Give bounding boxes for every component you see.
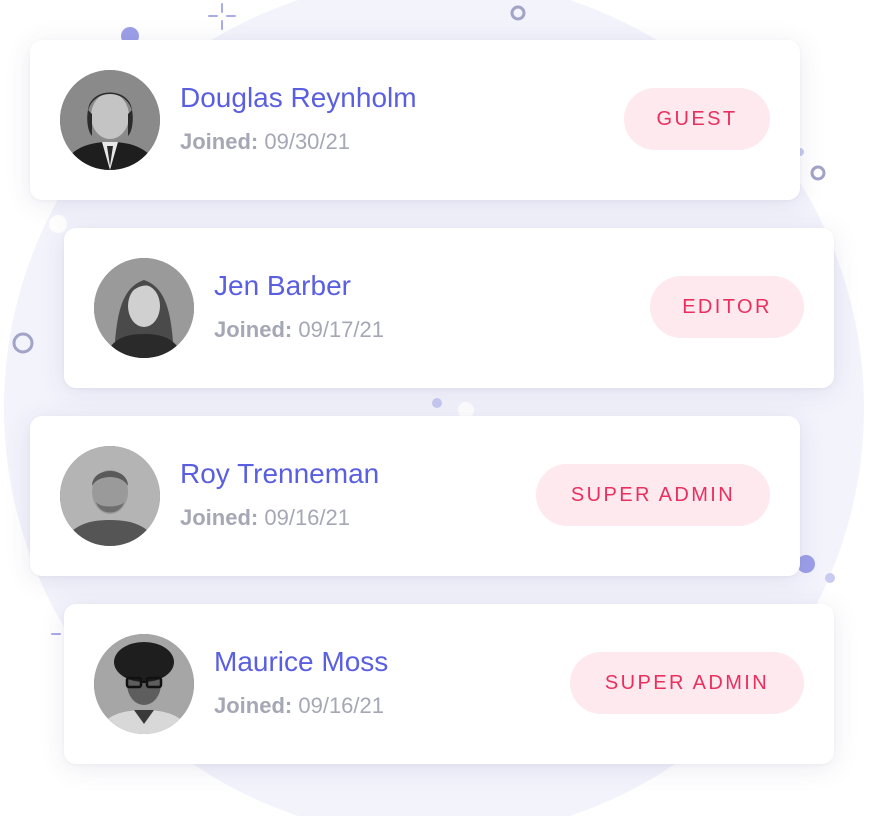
user-name: Douglas Reynholm xyxy=(180,82,417,113)
role-badge-editor[interactable]: EDITOR xyxy=(650,276,804,338)
joined-info: Joined: 09/17/21 xyxy=(214,317,384,343)
role-badge-super-admin[interactable]: SUPER ADMIN xyxy=(570,652,804,714)
role-badge-super-admin[interactable]: SUPER ADMIN xyxy=(536,464,770,526)
user-card[interactable]: Jen Barber Joined: 09/17/21 EDITOR xyxy=(64,228,834,388)
user-card[interactable]: Douglas Reynholm Joined: 09/30/21 GUEST xyxy=(30,40,800,200)
avatar xyxy=(60,70,160,170)
joined-date: 09/17/21 xyxy=(298,317,384,342)
joined-info: Joined: 09/30/21 xyxy=(180,129,350,155)
user-card[interactable]: Roy Trenneman Joined: 09/16/21 SUPER ADM… xyxy=(30,416,800,576)
joined-date: 09/16/21 xyxy=(264,505,350,530)
avatar xyxy=(94,634,194,734)
user-card[interactable]: Maurice Moss Joined: 09/16/21 SUPER ADMI… xyxy=(64,604,834,764)
joined-label: Joined: xyxy=(180,129,259,154)
user-name: Roy Trenneman xyxy=(180,458,380,489)
joined-date: 09/30/21 xyxy=(264,129,350,154)
avatar xyxy=(94,258,194,358)
joined-label: Joined: xyxy=(180,505,259,530)
joined-info: Joined: 09/16/21 xyxy=(180,505,350,531)
joined-label: Joined: xyxy=(214,693,293,718)
avatar xyxy=(60,446,160,546)
user-name: Maurice Moss xyxy=(214,646,389,677)
joined-label: Joined: xyxy=(214,317,293,342)
joined-info: Joined: 09/16/21 xyxy=(214,693,384,719)
role-badge-guest[interactable]: GUEST xyxy=(624,88,770,150)
user-name: Jen Barber xyxy=(214,270,351,301)
joined-date: 09/16/21 xyxy=(298,693,384,718)
